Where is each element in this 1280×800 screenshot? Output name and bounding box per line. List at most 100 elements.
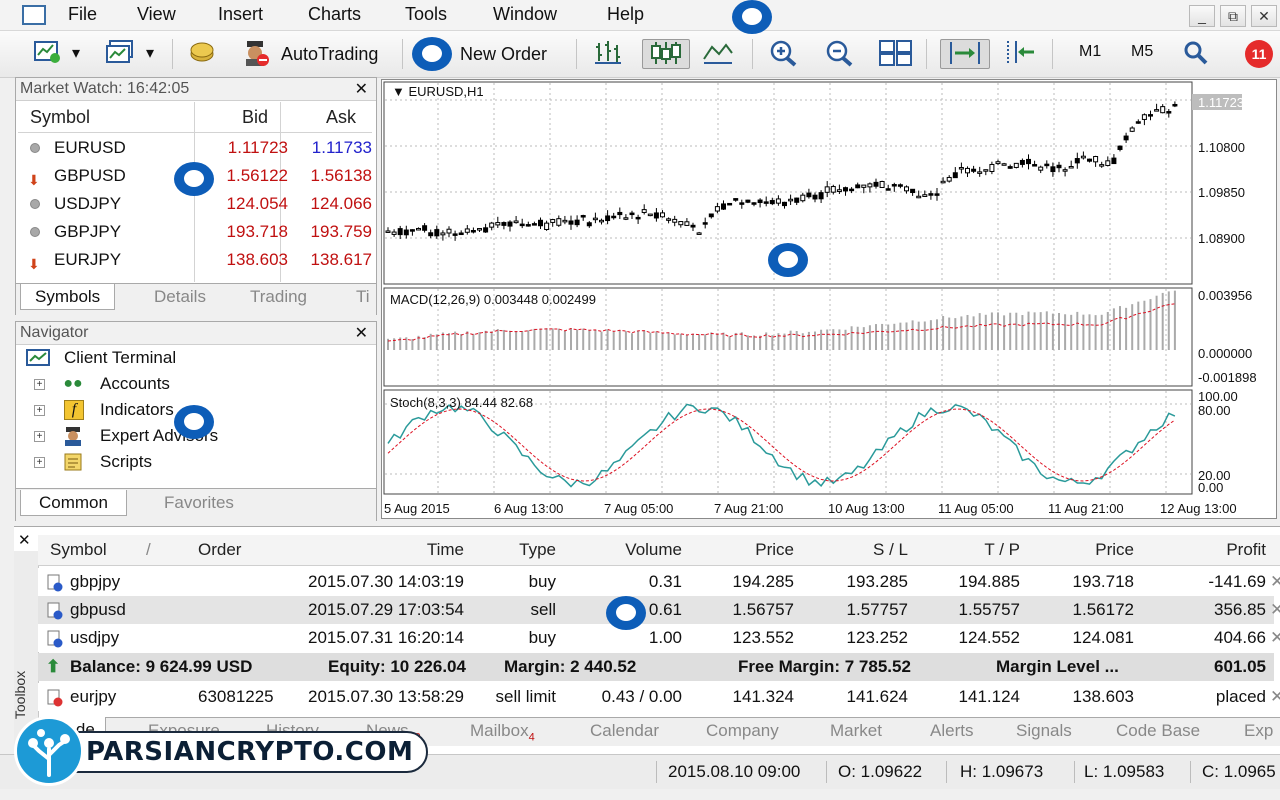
close-order-icon[interactable]: ✕ (1270, 624, 1280, 652)
margin-level-label: Margin Level ... (996, 657, 1119, 676)
close-window-button[interactable]: ✕ (1251, 5, 1277, 27)
column-header-volume[interactable]: Volume (578, 535, 682, 565)
tab-market[interactable]: Market (830, 718, 882, 744)
cell-profit: placed (1215, 687, 1266, 706)
table-row[interactable]: usdjpy 2015.07.31 16:20:14 buy 1.00 123.552 1… (38, 624, 1280, 652)
column-header-current-price[interactable]: Price (1028, 535, 1134, 565)
tab-calendar[interactable]: Calendar (590, 718, 659, 744)
pending-order-row[interactable]: eurjpy 63081225 2015.07.30 13:58:29 sell li… (38, 683, 1280, 711)
autotrading-button[interactable]: AutoTrading (281, 37, 378, 71)
bid-price: 1.56122 (226, 166, 288, 185)
sort-icon[interactable]: / (146, 535, 151, 565)
cell-price: 194.285 (732, 572, 794, 591)
toolbox-side-label[interactable]: Toolbox (12, 671, 28, 719)
column-header-bid[interactable]: Bid (242, 102, 268, 132)
tab-details[interactable]: Details (154, 284, 206, 310)
bar-chart-icon[interactable] (592, 39, 624, 69)
tile-windows-icon[interactable] (878, 39, 914, 69)
ask-price: 193.759 (310, 222, 372, 241)
timeframe-m5-button[interactable]: M5 (1131, 43, 1153, 61)
cell-price: 123.552 (732, 628, 794, 647)
menu-tools[interactable]: Tools (405, 4, 447, 25)
status-open: O: 1.09622 (838, 762, 923, 781)
tab-trading[interactable]: Trading (250, 284, 307, 310)
column-header-order[interactable]: Order (198, 535, 241, 565)
chart-shift-icon[interactable] (1000, 39, 1038, 69)
expand-icon[interactable]: + (34, 457, 45, 468)
menu-help[interactable]: Help (607, 4, 644, 25)
tab-favorites[interactable]: Favorites (164, 490, 234, 516)
zoom-in-icon[interactable] (768, 39, 800, 69)
close-icon[interactable]: ✕ (355, 323, 368, 343)
symbol-name: USDJPY (54, 194, 122, 213)
chevron-down-icon[interactable]: ▾ (146, 43, 154, 63)
menu-insert[interactable]: Insert (218, 4, 263, 25)
tab-alerts[interactable]: Alerts (930, 718, 973, 744)
app-icon[interactable] (22, 5, 46, 25)
navigator-item-indicators[interactable]: Indicators (100, 398, 174, 422)
chart-symbol-label[interactable]: ▼ EURUSD,H1 (392, 84, 484, 99)
minimize-button[interactable]: _ (1189, 5, 1215, 27)
zoom-out-icon[interactable] (824, 39, 856, 69)
menu-view[interactable]: View (137, 4, 176, 25)
tab-company[interactable]: Company (706, 718, 779, 744)
tab-signals[interactable]: Signals (1016, 718, 1072, 744)
navigator-item-scripts[interactable]: Scripts (100, 450, 152, 474)
menu-file[interactable]: File (68, 4, 97, 25)
ask-price: 1.56138 (310, 166, 372, 185)
autotrading-icon[interactable] (240, 39, 272, 69)
tab-symbols[interactable]: Symbols (20, 284, 116, 310)
column-header-time[interactable]: Time (378, 535, 464, 565)
cell-sl: 123.252 (846, 628, 908, 647)
tab-common[interactable]: Common (20, 490, 127, 516)
market-watch-row[interactable]: ⬇ EURJPY 138.603 138.617 (18, 246, 372, 274)
new-chart-icon[interactable] (32, 39, 64, 69)
cell-tp: 141.124 (958, 687, 1020, 706)
expand-icon[interactable]: + (34, 405, 45, 416)
expand-icon[interactable]: + (34, 379, 45, 390)
chevron-down-icon[interactable]: ▾ (72, 43, 80, 63)
profiles-icon[interactable] (104, 39, 136, 69)
cell-time: 2015.07.31 16:20:14 (308, 628, 464, 647)
table-row[interactable]: gbpusd 2015.07.29 17:03:54 sell 0.61 1.56757… (38, 596, 1280, 624)
market-watch-row[interactable]: GBPJPY 193.718 193.759 (18, 218, 372, 246)
cell-cur: 138.603 (1072, 687, 1134, 706)
column-header-tp[interactable]: T / P (918, 535, 1020, 565)
price-tick: 1.08900 (1198, 231, 1245, 246)
expand-icon[interactable]: + (34, 431, 45, 442)
market-watch-icon[interactable] (186, 39, 218, 69)
column-header-symbol[interactable]: Symbol (30, 102, 90, 132)
column-header-price[interactable]: Price (698, 535, 794, 565)
candlestick-icon[interactable] (642, 39, 690, 69)
tab-code-base[interactable]: Code Base (1116, 718, 1200, 744)
close-icon[interactable]: ✕ (355, 79, 368, 99)
scripts-icon (62, 452, 84, 472)
menu-window[interactable]: Window (493, 4, 557, 25)
new-order-button[interactable]: New Order (460, 37, 547, 71)
tab-mailbox[interactable]: Mailbox4 (470, 718, 535, 744)
market-watch-row[interactable]: EURUSD 1.11723 1.11733 (18, 134, 372, 162)
restore-button[interactable]: ⧉ (1220, 5, 1246, 27)
current-price-label: 1.11723 (1198, 95, 1245, 110)
close-order-icon[interactable]: ✕ (1270, 683, 1280, 711)
close-icon[interactable]: ✕ (18, 531, 31, 549)
toolbar: ▾ ▾ AutoTrading New Order M1 M5 (0, 31, 1280, 78)
navigator-item-accounts[interactable]: Accounts (100, 372, 170, 396)
column-header-ask[interactable]: Ask (326, 102, 356, 132)
search-icon[interactable] (1180, 39, 1212, 69)
line-chart-icon[interactable] (702, 39, 734, 69)
column-header-profit[interactable]: Profit (1148, 535, 1266, 565)
timeframe-m1-button[interactable]: M1 (1079, 43, 1101, 61)
column-header-symbol[interactable]: Symbol (50, 535, 107, 565)
column-header-sl[interactable]: S / L (808, 535, 908, 565)
tab-ticks[interactable]: Ti (356, 284, 370, 310)
close-order-icon[interactable]: ✕ (1270, 596, 1280, 624)
navigator-root[interactable]: Client Terminal (64, 346, 176, 370)
close-order-icon[interactable]: ✕ (1270, 568, 1280, 596)
alerts-badge[interactable]: 11 (1245, 40, 1273, 68)
tab-experts[interactable]: Exp (1244, 718, 1273, 744)
table-row[interactable]: gbpjpy 2015.07.30 14:03:19 buy 0.31 194.285 1… (38, 568, 1280, 596)
menu-charts[interactable]: Charts (308, 4, 361, 25)
column-header-type[interactable]: Type (478, 535, 556, 565)
auto-scroll-icon[interactable] (940, 39, 990, 69)
